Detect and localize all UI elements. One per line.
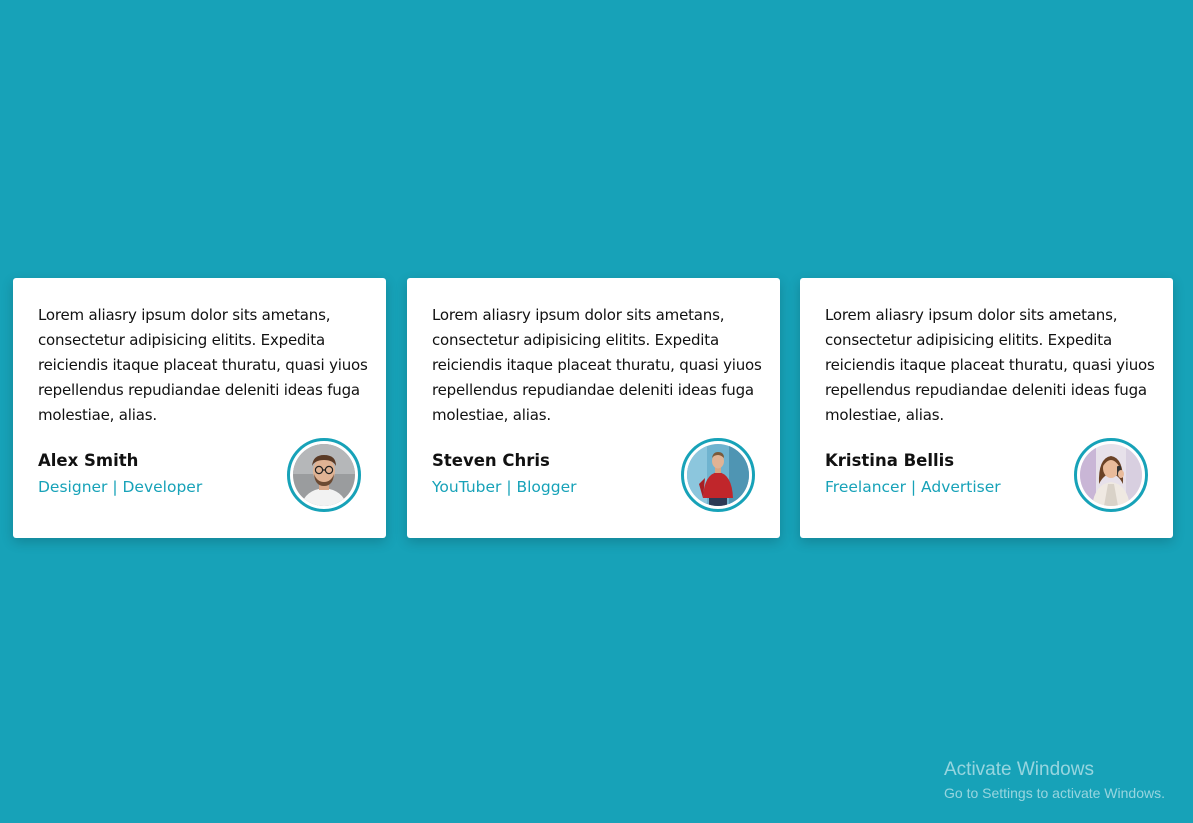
testimonial-quote: Lorem aliasry ipsum dolor sits ametans, … bbox=[825, 306, 1155, 424]
author-role: Freelancer | Advertiser bbox=[825, 478, 1001, 496]
testimonial-card: Lorem aliasry ipsum dolor sits ametans, … bbox=[800, 278, 1173, 538]
author-name: Steven Chris bbox=[432, 451, 550, 470]
testimonial-cards: Lorem aliasry ipsum dolor sits ametans, … bbox=[13, 278, 1173, 538]
testimonial-quote: Lorem aliasry ipsum dolor sits ametans, … bbox=[432, 306, 762, 424]
windows-activation-watermark: Activate Windows Go to Settings to activ… bbox=[944, 758, 1165, 804]
author-role: Designer | Developer bbox=[38, 478, 203, 496]
author-avatar bbox=[1074, 438, 1148, 512]
author-name: Alex Smith bbox=[38, 451, 139, 470]
testimonial-card: Lorem aliasry ipsum dolor sits ametans, … bbox=[13, 278, 386, 538]
watermark-title: Activate Windows bbox=[944, 759, 1094, 780]
woman-phone-avatar-icon bbox=[1080, 444, 1142, 506]
author-avatar bbox=[681, 438, 755, 512]
author-name: Kristina Bellis bbox=[825, 451, 955, 470]
watermark-subtitle: Go to Settings to activate Windows. bbox=[944, 785, 1165, 801]
author-role: YouTuber | Blogger bbox=[432, 478, 577, 496]
testimonial-card: Lorem aliasry ipsum dolor sits ametans, … bbox=[407, 278, 780, 538]
man-glasses-avatar-icon bbox=[293, 444, 355, 506]
author-avatar bbox=[287, 438, 361, 512]
testimonial-quote: Lorem aliasry ipsum dolor sits ametans, … bbox=[38, 306, 368, 424]
man-red-shirt-avatar-icon bbox=[687, 444, 749, 506]
